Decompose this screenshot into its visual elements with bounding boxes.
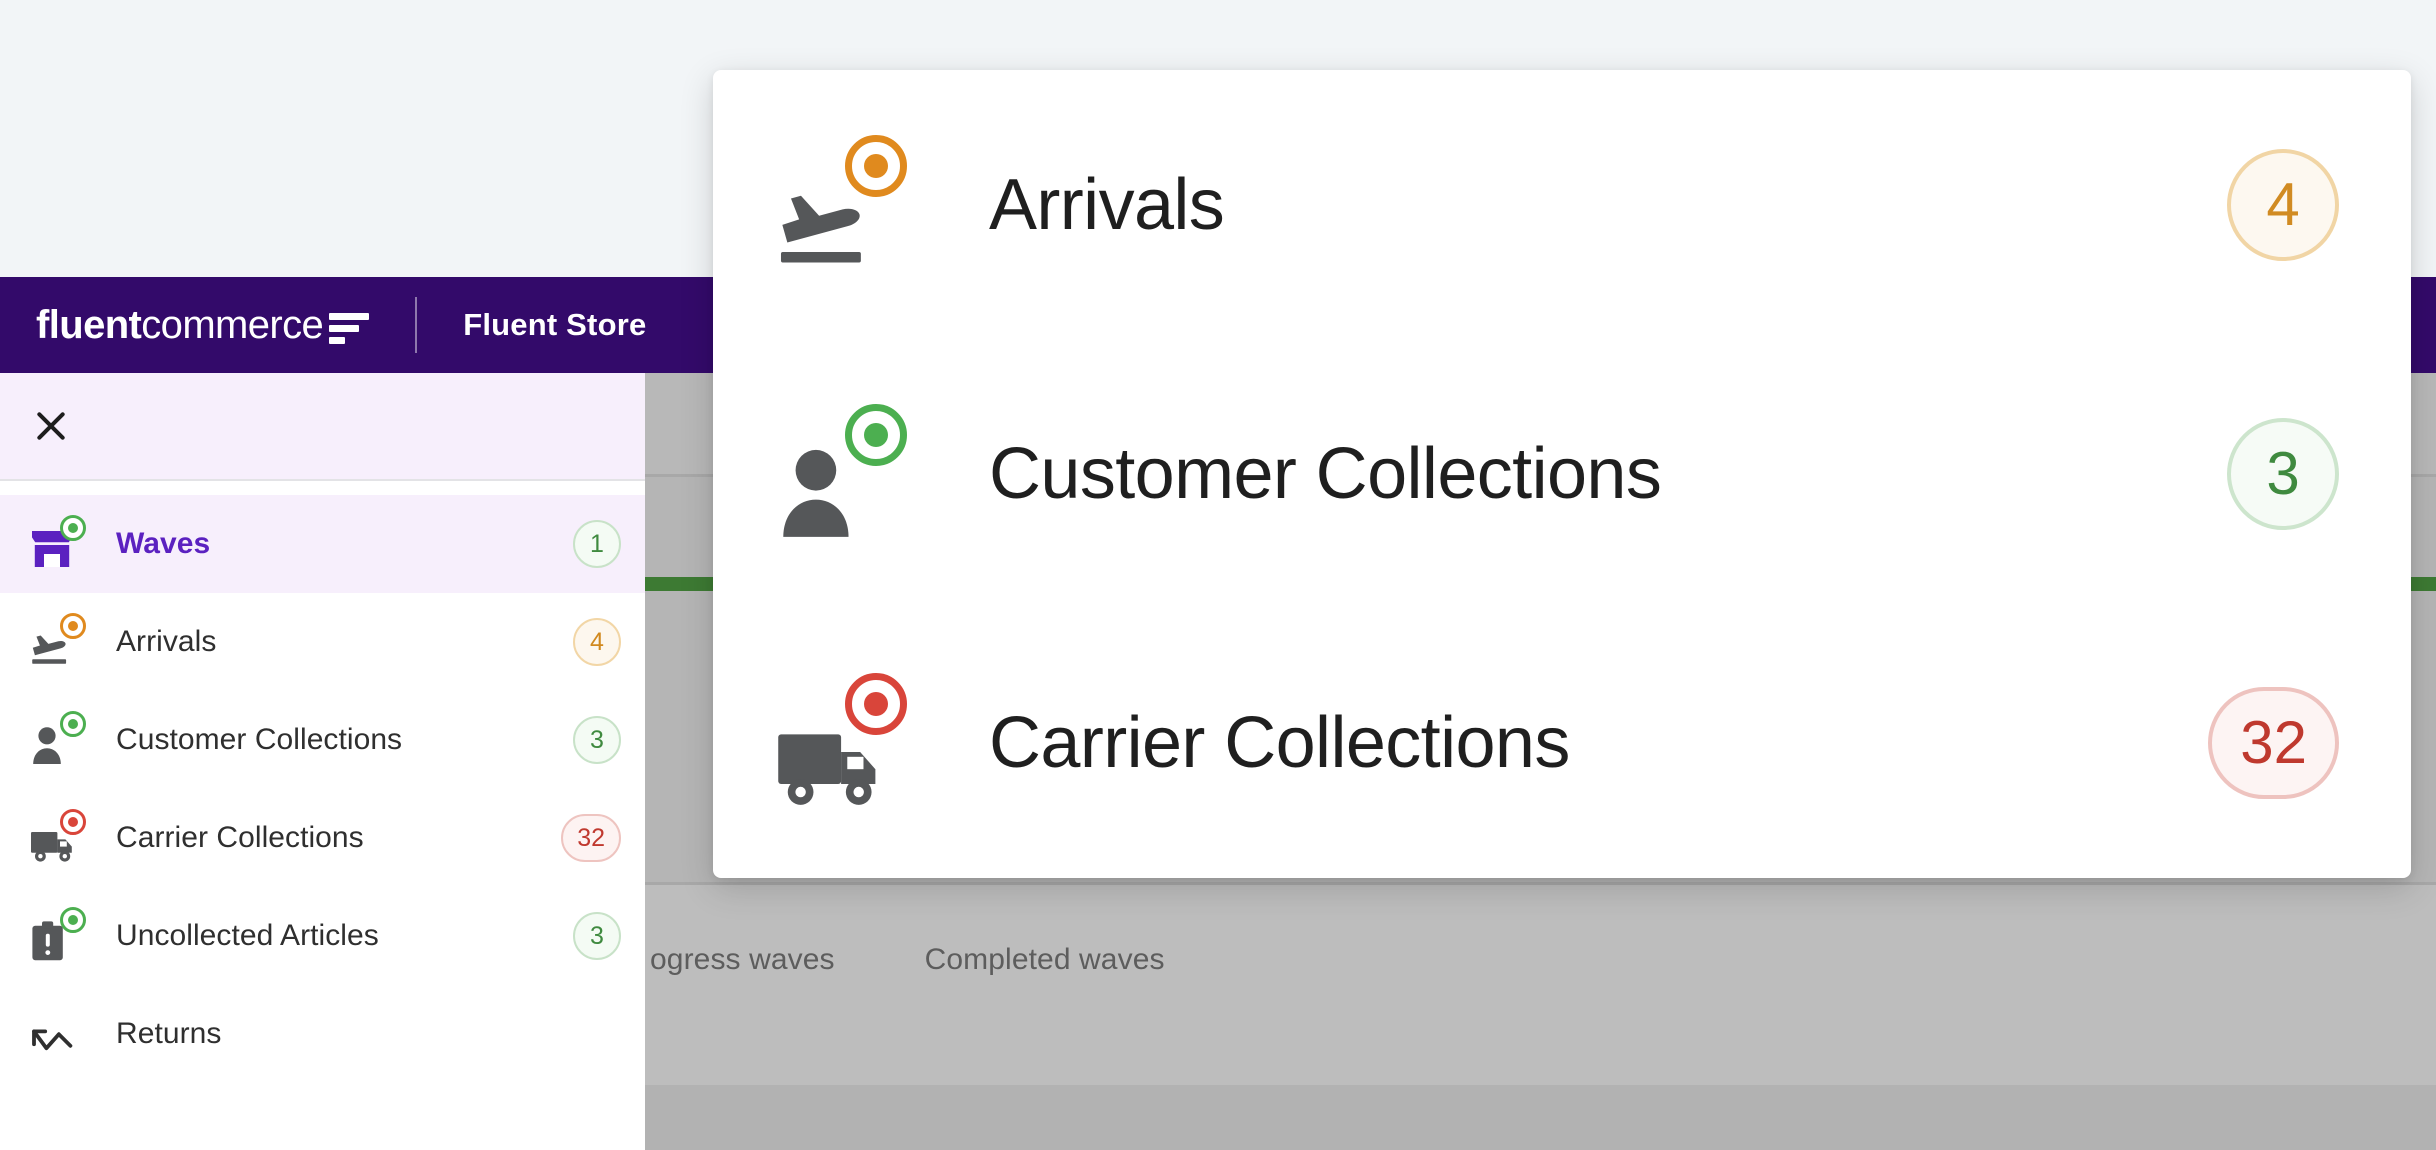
app-bar-divider (415, 297, 418, 353)
status-dot-green (60, 515, 86, 541)
popover-badge-count: 3 (2227, 417, 2339, 530)
sidebar-item-label: Uncollected Articles (116, 919, 379, 952)
status-dot-red (60, 809, 86, 835)
sidebar-badge-count: 3 (573, 716, 621, 764)
truck-icon (28, 809, 86, 865)
close-icon[interactable] (28, 403, 74, 449)
sidebar-badge-count: 4 (573, 618, 621, 666)
popover-row-label: Carrier Collections (989, 702, 1570, 783)
sidebar-badge-count: 32 (561, 814, 621, 862)
left-navigation-drawer: Waves 1 Arrivals 4 Customer Collections … (0, 373, 645, 1150)
tab-in-progress-waves[interactable]: ogress waves (650, 943, 835, 977)
sidebar-item-label: Arrivals (116, 625, 217, 658)
fluent-commerce-logo[interactable]: fluent commerce (36, 302, 370, 348)
sidebar-item-carrier-collections[interactable]: Carrier Collections 32 (0, 789, 645, 887)
status-dot-green (60, 907, 86, 933)
app-bar-left: fluent commerce Fluent Store (0, 277, 646, 373)
popover-row-label: Arrivals (989, 164, 1225, 245)
popover-badge-count: 4 (2227, 148, 2339, 261)
sidebar-item-waves[interactable]: Waves 1 (0, 495, 645, 593)
sidebar-item-label: Returns (116, 1017, 222, 1050)
truck-icon (771, 672, 911, 813)
popover-row-label: Customer Collections (989, 433, 1662, 514)
nav-preview-popover: Arrivals 4 Customer Collections 3 Carrie… (713, 70, 2411, 878)
drawer-header (0, 373, 645, 481)
sidebar-item-customer-collections[interactable]: Customer Collections 3 (0, 691, 645, 789)
status-dot-red (845, 672, 907, 735)
sidebar-badge-count: 3 (573, 912, 621, 960)
plane-land-icon (28, 613, 86, 669)
sidebar-item-arrivals[interactable]: Arrivals 4 (0, 593, 645, 691)
status-dot-green (60, 711, 86, 737)
brand-name-light: commerce (141, 302, 324, 347)
popover-row-carrier-collections[interactable]: Carrier Collections 32 (713, 608, 2411, 877)
store-icon (28, 515, 86, 571)
clipboard-alert-icon (28, 907, 86, 963)
store-name-label: Fluent Store (463, 307, 647, 342)
person-icon (28, 711, 86, 767)
return-arrow-icon (28, 1007, 82, 1061)
tab-completed-waves[interactable]: Completed waves (925, 943, 1165, 977)
content-band-lower (645, 1085, 2436, 1150)
sidebar-badge-count: 1 (573, 520, 621, 568)
fluent-logo-mark-icon (329, 312, 370, 344)
sidebar-item-returns[interactable]: Returns (0, 985, 645, 1083)
popover-row-customer-collections[interactable]: Customer Collections 3 (713, 339, 2411, 608)
popover-row-arrivals[interactable]: Arrivals 4 (713, 70, 2411, 339)
drawer-spacer (0, 481, 645, 495)
sidebar-item-uncollected-articles[interactable]: Uncollected Articles 3 (0, 887, 645, 985)
app-root: ogress waves Completed waves fluent comme… (0, 0, 2436, 1150)
plane-land-icon (771, 134, 911, 275)
sidebar-item-label: Carrier Collections (116, 821, 364, 854)
status-dot-orange (60, 613, 86, 639)
sidebar-item-label: Waves (116, 527, 211, 560)
popover-badge-count: 32 (2208, 686, 2339, 799)
brand-name-strong: fluent (36, 302, 142, 347)
sidebar-item-label: Customer Collections (116, 723, 403, 756)
person-icon (771, 403, 911, 544)
status-dot-orange (845, 134, 907, 197)
status-dot-green (845, 403, 907, 466)
